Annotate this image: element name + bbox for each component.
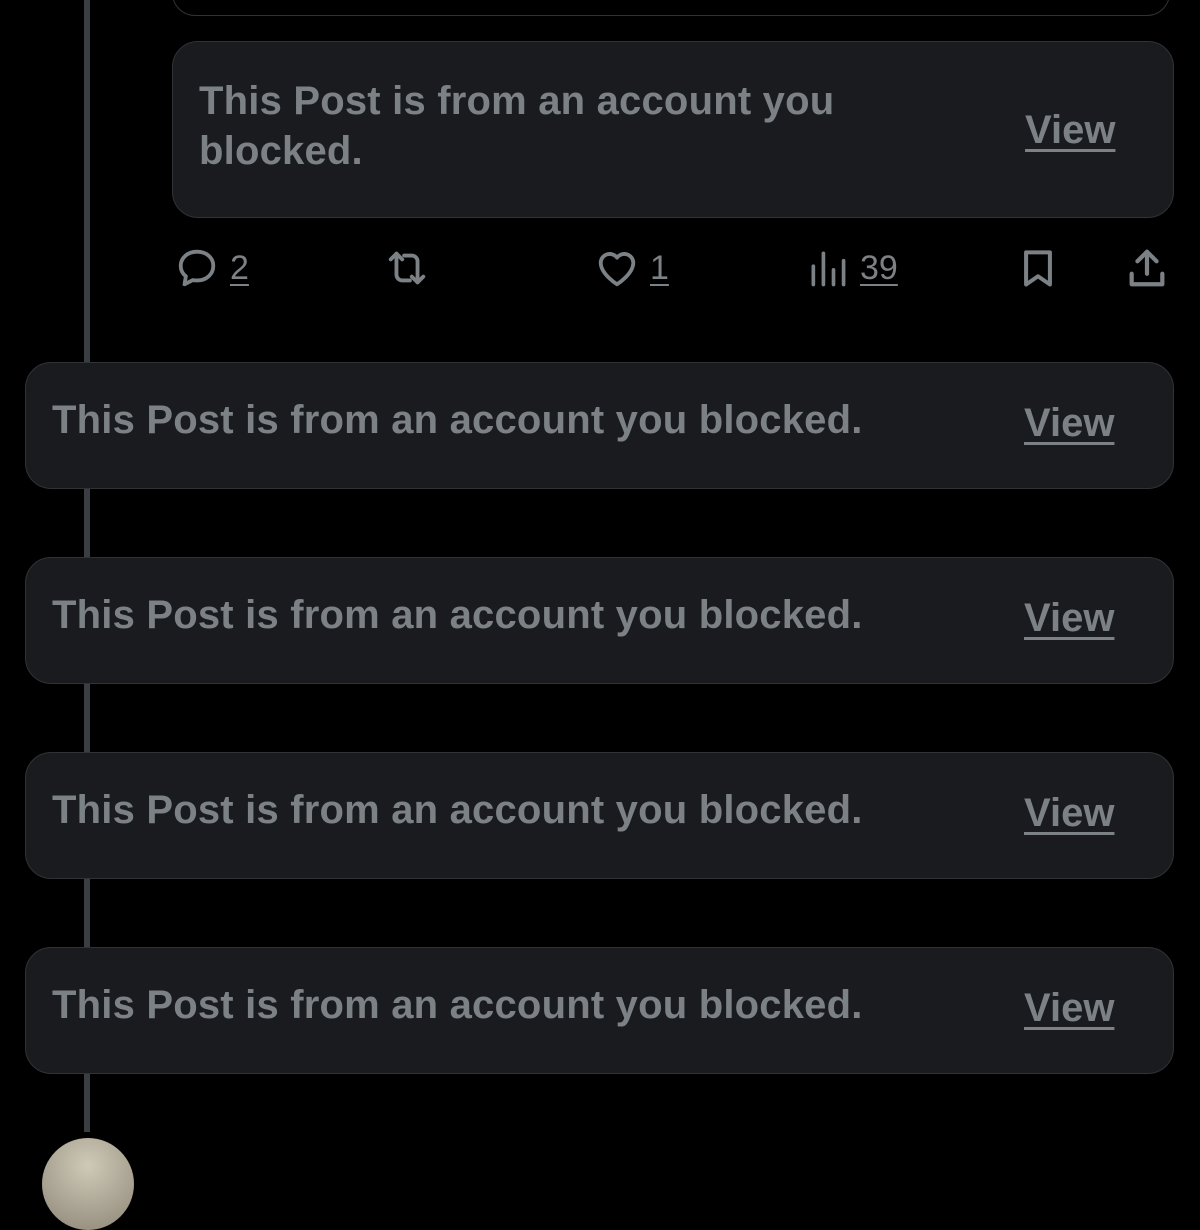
blocked-message: This Post is from an account you blocked… [52, 593, 863, 637]
view-button[interactable]: View [1024, 596, 1114, 641]
view-button[interactable]: View [1024, 986, 1114, 1031]
heart-icon [598, 252, 636, 287]
avatar[interactable] [42, 1138, 134, 1230]
blocked-message: This Post is from an account you blocked… [52, 983, 863, 1027]
blocked-message: This Post is from an account you blocked… [52, 398, 863, 442]
view-button[interactable]: View [1025, 108, 1115, 153]
thread-line [84, 684, 90, 752]
quoted-blocked-post: This Post is from an account you blocked… [172, 41, 1174, 218]
like-button[interactable]: 1 [594, 238, 669, 298]
post-action-bar: 2 1 39 [172, 238, 1172, 298]
previous-card-edge [172, 0, 1170, 16]
blocked-reply: This Post is from an account you blocked… [25, 557, 1174, 684]
blocked-reply: This Post is from an account you blocked… [25, 362, 1174, 489]
thread-line [84, 0, 90, 362]
bookmark-icon [1024, 250, 1052, 287]
bookmark-button[interactable] [1016, 238, 1060, 298]
views-chart-icon [811, 251, 846, 287]
reply-count: 2 [230, 248, 249, 287]
thread-line [84, 878, 90, 948]
view-button[interactable]: View [1024, 791, 1114, 836]
reply-button[interactable]: 2 [174, 238, 249, 298]
views-count: 39 [860, 248, 898, 287]
repost-button[interactable] [382, 238, 442, 298]
share-icon [1129, 249, 1165, 287]
thread-line [84, 488, 90, 558]
repost-icon [388, 251, 426, 285]
thread-line [84, 1074, 90, 1132]
blocked-message: This Post is from an account you blocked… [199, 79, 835, 173]
like-count: 1 [650, 248, 669, 287]
reply-icon [178, 249, 216, 287]
blocked-reply: This Post is from an account you blocked… [25, 752, 1174, 879]
blocked-reply: This Post is from an account you blocked… [25, 947, 1174, 1074]
share-button[interactable] [1124, 238, 1170, 298]
view-button[interactable]: View [1024, 401, 1114, 446]
views-button[interactable]: 39 [806, 238, 898, 298]
blocked-message: This Post is from an account you blocked… [52, 788, 863, 832]
